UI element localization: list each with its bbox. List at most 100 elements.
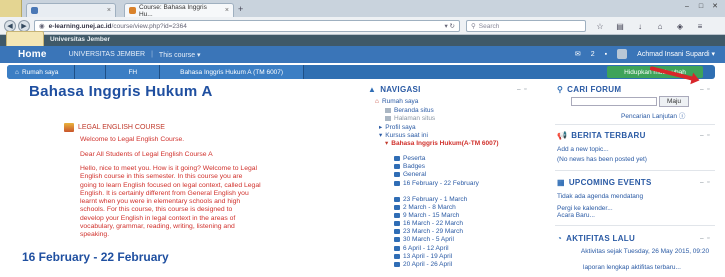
main-menu-bar: Home UNIVERSITAS JEMBER | This course ▾ … — [0, 46, 725, 63]
folder-icon — [394, 221, 400, 226]
breadcrumb-item[interactable] — [75, 65, 107, 79]
link-text: Pencarian Lanjutan — [621, 113, 678, 120]
block-controls[interactable]: – ▫ — [700, 86, 711, 93]
nav-week[interactable]: 6 April - 12 April — [394, 245, 449, 252]
block-controls[interactable]: – ▫ — [700, 132, 711, 139]
menu-item-this-course[interactable]: This course ▾ — [159, 51, 201, 59]
nav-week[interactable]: 30 March - 5 April — [394, 236, 454, 243]
folder-icon — [394, 237, 400, 242]
forum-search-button[interactable]: Maju — [659, 96, 689, 107]
intro-line: vocabulary, grammar, reading, writing, l… — [80, 223, 235, 231]
nav-week[interactable]: 23 February - 1 March — [394, 196, 467, 203]
menu-icon[interactable]: ≡ — [694, 20, 706, 32]
nav-label: Badges — [403, 163, 426, 170]
browser-tab-course[interactable]: Course: Bahasa Inggris Hu... × — [124, 3, 234, 18]
nav-label: 20 April - 26 April — [403, 261, 453, 268]
nav-badges[interactable]: Badges — [394, 163, 425, 170]
close-tab-icon[interactable]: × — [225, 7, 229, 14]
breadcrumb-label: Bahasa Inggris Hukum A (TM 6007) — [180, 68, 284, 76]
nav-week[interactable]: 20 April - 26 April — [394, 261, 452, 268]
block-controls[interactable]: – ▫ — [517, 86, 528, 93]
notification-count[interactable]: 2 — [591, 51, 595, 58]
browser-search-input[interactable]: ⚲ Search — [466, 20, 586, 32]
breadcrumb-item[interactable]: FH — [106, 65, 161, 79]
block-title-text: AKTIFITAS LALU — [566, 234, 636, 243]
close-window-icon[interactable]: ✕ — [709, 1, 721, 11]
star-icon[interactable]: ☆ — [594, 20, 606, 32]
nav-week[interactable]: 13 April - 19 April — [394, 253, 452, 260]
nav-label: Kursus saat ini — [385, 131, 428, 139]
search-icon: ⚲ — [557, 85, 564, 94]
download-icon[interactable]: ↓ — [634, 20, 646, 32]
nav-week[interactable]: 23 March - 29 March — [394, 228, 463, 235]
collapse-icon: ▾ — [379, 132, 383, 139]
nav-week[interactable]: 2 March - 8 March — [394, 204, 456, 211]
clipboard-icon[interactable]: ▤ — [614, 20, 626, 32]
nav-label: Rumah saya — [381, 98, 419, 105]
nav-home[interactable]: ⌂ Rumah saya — [375, 98, 418, 105]
browser-tab-1[interactable]: × — [26, 3, 116, 17]
activity-since-text: Aktivitas sejak Tuesday, 26 May 2015, 09… — [580, 248, 710, 255]
breadcrumb-home[interactable]: ⌂ Rumah saya — [7, 65, 76, 79]
week-section-title[interactable]: 16 February - 22 February — [22, 250, 169, 264]
address-bar[interactable]: ◉ e-learning.unej.ac.id /course/view.php… — [34, 20, 460, 32]
news-block-title: 📢 BERITA TERBARU — [557, 131, 646, 140]
message-icon[interactable]: ✉ — [575, 50, 581, 58]
nav-label: 16 March - 22 March — [403, 220, 463, 227]
shield-icon[interactable]: ◈ — [674, 20, 686, 32]
new-tab-button[interactable]: + — [238, 4, 243, 14]
nav-label: 23 February - 1 March — [403, 196, 468, 203]
section-label[interactable]: LEGAL ENGLISH COURSE — [64, 123, 165, 132]
new-event-link[interactable]: Acara Baru... — [557, 212, 595, 219]
search-placeholder: Search — [478, 22, 500, 30]
nav-current-course[interactable]: ▾ Kursus saat ini — [379, 131, 428, 140]
home-icon[interactable]: ⌂ — [654, 20, 666, 32]
nav-participants[interactable]: Peserta — [394, 155, 425, 162]
advanced-search-link[interactable]: Pencarian Lanjutan ⓘ — [621, 110, 685, 120]
expand-icon: ▸ — [379, 124, 383, 131]
block-title-text: CARI FORUM — [567, 85, 622, 94]
menu-item-university[interactable]: UNIVERSITAS JEMBER — [69, 51, 146, 58]
nav-site-pages[interactable]: Halaman situs — [385, 115, 435, 122]
nav-week[interactable]: 9 March - 15 March — [394, 212, 459, 219]
forum-search-input[interactable] — [571, 97, 657, 106]
events-empty-text: Tidak ada agenda mendatang — [557, 193, 644, 200]
navigation-icon: ▲ — [368, 85, 377, 94]
intro-line: learnt when you were in elementary schoo… — [80, 198, 241, 206]
goto-calendar-link[interactable]: Pergi ke kalender... — [557, 205, 613, 212]
block-controls[interactable]: – ▫ — [700, 179, 711, 186]
menu-separator: | — [151, 51, 153, 58]
nav-week[interactable]: 16 March - 22 March — [394, 220, 463, 227]
block-controls[interactable]: – ▫ — [700, 235, 711, 242]
intro-line: develop your English in legal context in… — [80, 214, 236, 222]
clock-icon: ◔ — [557, 234, 563, 243]
divider — [555, 225, 715, 226]
breadcrumb-current[interactable]: Bahasa Inggris Hukum A (TM 6007) — [160, 65, 305, 79]
minimize-icon[interactable]: – — [681, 1, 693, 11]
nav-general[interactable]: General — [394, 171, 426, 178]
separator-icon: ▪ — [604, 50, 608, 58]
full-activity-report-link[interactable]: laporan lengkap aktifitas terbaru... — [583, 264, 681, 271]
forum-search-block-title: ⚲ CARI FORUM — [557, 85, 621, 94]
maximize-icon[interactable]: □ — [695, 1, 707, 11]
close-tab-icon[interactable]: × — [107, 7, 111, 14]
site-header: Universitas Jember — [0, 35, 725, 46]
nav-site-home[interactable]: Beranda situs — [385, 107, 434, 114]
nav-my-profile[interactable]: ▸ Profil saya — [379, 123, 416, 132]
nav-course-link[interactable]: ▾ Bahasa Inggris Hukum(A-TM 6007) — [385, 139, 499, 148]
add-topic-link[interactable]: Add a new topic... — [557, 146, 609, 153]
activity-block-title: ◔ AKTIFITAS LALU — [557, 234, 635, 243]
nav-week[interactable]: 16 February - 22 February — [394, 180, 479, 187]
block-title-text: UPCOMING EVENTS — [568, 178, 652, 187]
nav-label: 30 March - 5 April — [403, 236, 454, 243]
avatar[interactable] — [617, 49, 628, 59]
tab-favicon-icon — [31, 7, 38, 14]
user-menu[interactable]: Achmad Insani Supardi ▾ — [637, 50, 715, 58]
reload-icon[interactable]: ▾ ↻ — [444, 22, 455, 30]
folder-icon — [394, 213, 400, 218]
nav-label: 23 March - 29 March — [403, 228, 463, 235]
home-link[interactable]: Home — [18, 49, 47, 60]
divider — [555, 124, 715, 125]
tab-label: Course: Bahasa Inggris Hu... — [138, 3, 207, 18]
page-title: Bahasa Inggris Hukum A — [29, 83, 213, 100]
